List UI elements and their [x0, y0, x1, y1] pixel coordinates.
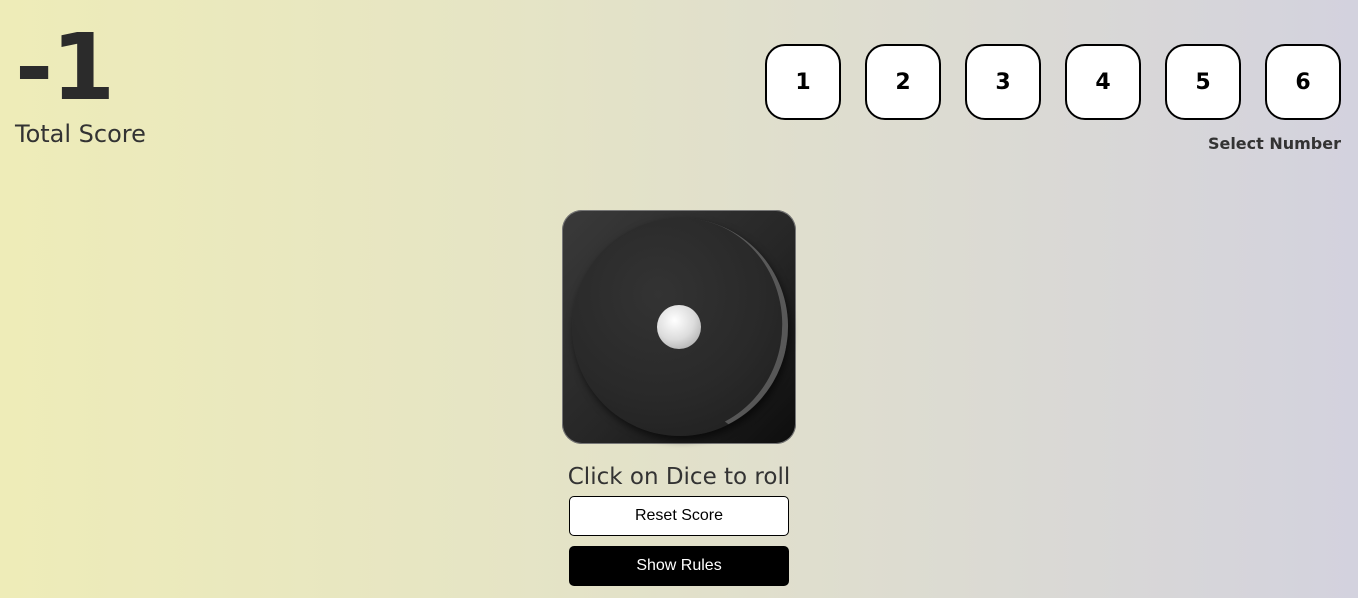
number-option-1[interactable]: 1 [765, 44, 841, 120]
number-option-6[interactable]: 6 [1265, 44, 1341, 120]
number-option-4[interactable]: 4 [1065, 44, 1141, 120]
reset-score-button[interactable]: Reset Score [569, 496, 789, 536]
dice-area: Click on Dice to roll Reset Score Show R… [0, 200, 1358, 586]
total-score-value: -1 [15, 14, 115, 121]
score-panel: -1 Total Score [15, 14, 146, 149]
dice[interactable] [554, 200, 806, 454]
number-option-3[interactable]: 3 [965, 44, 1041, 120]
select-number-label: Select Number [1207, 134, 1341, 153]
dice-pip [657, 305, 701, 349]
number-option-2[interactable]: 2 [865, 44, 941, 120]
show-rules-button[interactable]: Show Rules [569, 546, 789, 586]
number-options: 1 2 3 4 5 6 [765, 44, 1341, 120]
total-score-label: Total Score [15, 120, 146, 148]
number-selector: 1 2 3 4 5 6 Select Number [765, 44, 1341, 153]
number-option-5[interactable]: 5 [1165, 44, 1241, 120]
roll-instruction: Click on Dice to roll [567, 464, 791, 490]
